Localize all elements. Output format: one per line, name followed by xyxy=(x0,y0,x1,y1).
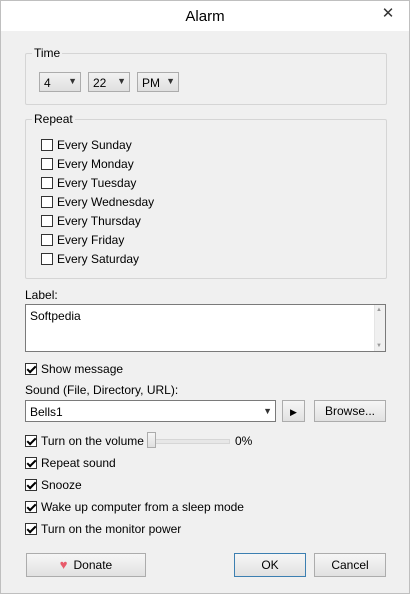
snooze-row[interactable]: Snooze xyxy=(25,477,82,493)
checkbox[interactable] xyxy=(41,158,53,170)
cancel-button[interactable]: Cancel xyxy=(314,553,386,577)
ampm-select[interactable]: PM ▼ xyxy=(137,72,179,92)
sound-value: Bells1 xyxy=(30,405,63,419)
checkbox-label: Every Friday xyxy=(57,233,125,247)
repeat-thursday[interactable]: Every Thursday xyxy=(41,213,141,229)
repeat-sunday[interactable]: Every Sunday xyxy=(41,137,132,153)
wake-up-row[interactable]: Wake up computer from a sleep mode xyxy=(25,499,244,515)
repeat-wednesday[interactable]: Every Wednesday xyxy=(41,194,154,210)
snooze-checkbox[interactable] xyxy=(25,479,37,491)
checkbox-label: Every Thursday xyxy=(57,214,141,228)
repeat-friday[interactable]: Every Friday xyxy=(41,232,124,248)
checkbox-label: Every Tuesday xyxy=(57,176,137,190)
checkbox-label: Every Sunday xyxy=(57,138,132,152)
checkbox[interactable] xyxy=(41,196,53,208)
minute-value: 22 xyxy=(93,76,107,90)
monitor-power-checkbox[interactable] xyxy=(25,523,37,535)
snooze-label: Snooze xyxy=(41,478,82,492)
chevron-down-icon: ▼ xyxy=(263,406,272,416)
repeat-sound-checkbox[interactable] xyxy=(25,457,37,469)
checkbox[interactable] xyxy=(41,139,53,151)
ok-button[interactable]: OK xyxy=(234,553,306,577)
play-button[interactable]: ▶ xyxy=(282,400,305,422)
volume-value: 0% xyxy=(235,434,253,448)
volume-slider-thumb[interactable] xyxy=(147,432,156,448)
checkbox-label: Every Monday xyxy=(57,157,134,171)
scroll-down-icon[interactable]: ▼ xyxy=(376,343,382,349)
window-title: Alarm xyxy=(185,8,225,25)
chevron-down-icon: ▼ xyxy=(166,76,175,86)
checkbox[interactable] xyxy=(41,234,53,246)
alarm-dialog: Alarm ✕ Time 4 ▼ 22 ▼ PM ▼ Repeat Every … xyxy=(0,0,410,594)
donate-button[interactable]: ♥ Donate xyxy=(26,553,146,577)
heart-icon: ♥ xyxy=(59,557,68,572)
checkbox-label: Every Saturday xyxy=(57,252,140,266)
repeat-saturday[interactable]: Every Saturday xyxy=(41,251,139,267)
monitor-power-label: Turn on the monitor power xyxy=(41,522,182,536)
monitor-power-row[interactable]: Turn on the monitor power xyxy=(25,521,181,537)
label-caption: Label: xyxy=(25,288,58,302)
label-scrollbar[interactable]: ▲ ▼ xyxy=(374,305,385,351)
volume-label: Turn on the volume xyxy=(41,434,144,448)
title-bar: Alarm ✕ xyxy=(1,1,409,31)
play-icon: ▶ xyxy=(290,407,297,417)
time-group: Time 4 ▼ 22 ▼ PM ▼ xyxy=(25,46,387,105)
scroll-up-icon[interactable]: ▲ xyxy=(376,307,382,313)
repeat-sound-label: Repeat sound xyxy=(41,456,116,470)
browse-button[interactable]: Browse... xyxy=(314,400,386,422)
time-group-label: Time xyxy=(32,46,63,60)
volume-row[interactable]: Turn on the volume xyxy=(25,433,144,449)
ampm-value: PM xyxy=(142,76,160,90)
repeat-group: Repeat Every Sunday Every Monday Every T… xyxy=(25,112,387,279)
volume-checkbox[interactable] xyxy=(25,435,37,447)
minute-select[interactable]: 22 ▼ xyxy=(88,72,130,92)
show-message-label: Show message xyxy=(41,362,124,376)
wake-up-checkbox[interactable] xyxy=(25,501,37,513)
repeat-group-label: Repeat xyxy=(32,112,75,126)
show-message-row[interactable]: Show message xyxy=(25,361,123,377)
show-message-checkbox[interactable] xyxy=(25,363,37,375)
wake-up-label: Wake up computer from a sleep mode xyxy=(41,500,244,514)
close-icon[interactable]: ✕ xyxy=(373,3,403,25)
chevron-down-icon: ▼ xyxy=(117,76,126,86)
repeat-tuesday[interactable]: Every Tuesday xyxy=(41,175,136,191)
checkbox[interactable] xyxy=(41,177,53,189)
chevron-down-icon: ▼ xyxy=(68,76,77,86)
donate-label: Donate xyxy=(73,558,113,572)
label-input[interactable]: Softpedia ▲ ▼ xyxy=(25,304,386,352)
sound-select[interactable]: Bells1 ▼ xyxy=(25,400,276,422)
sound-caption: Sound (File, Directory, URL): xyxy=(25,383,179,397)
checkbox[interactable] xyxy=(41,215,53,227)
label-input-value: Softpedia xyxy=(30,309,81,323)
volume-slider-track[interactable] xyxy=(150,439,230,444)
checkbox[interactable] xyxy=(41,253,53,265)
hour-value: 4 xyxy=(44,76,51,90)
hour-select[interactable]: 4 ▼ xyxy=(39,72,81,92)
repeat-sound-row[interactable]: Repeat sound xyxy=(25,455,116,471)
repeat-monday[interactable]: Every Monday xyxy=(41,156,134,172)
checkbox-label: Every Wednesday xyxy=(57,195,155,209)
